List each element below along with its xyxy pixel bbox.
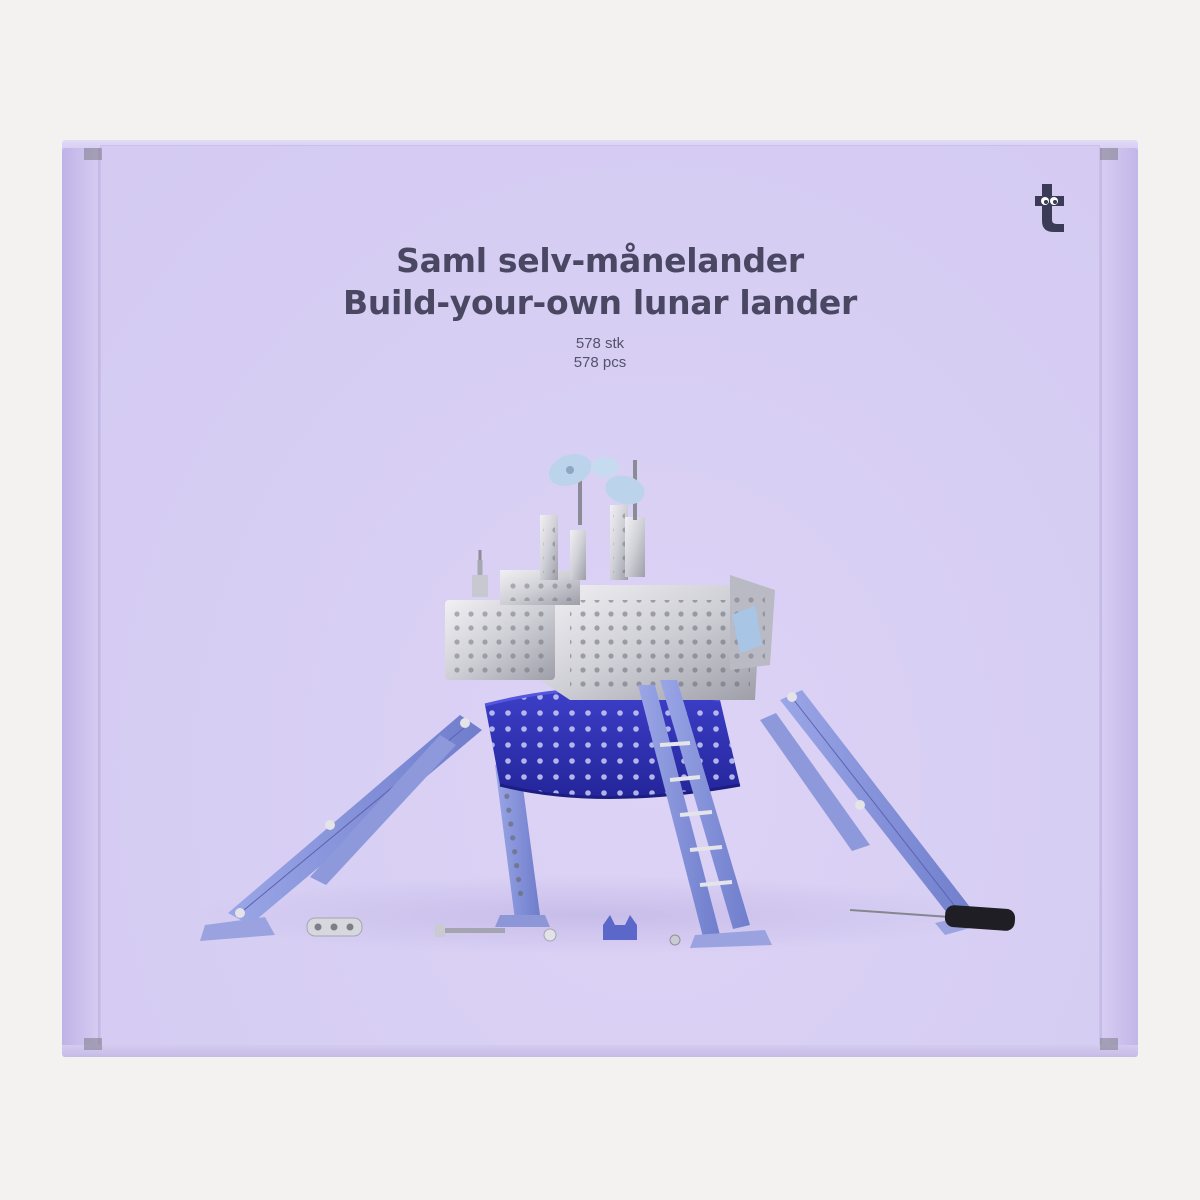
lander-antenna-posts xyxy=(540,505,645,580)
floor-shadow xyxy=(190,875,990,955)
satellite-dish-left xyxy=(548,454,592,525)
box-side-left xyxy=(62,148,100,1048)
product-photo: Saml selv-månelander Build-your-own luna… xyxy=(0,0,1200,1200)
box-side-right xyxy=(1100,148,1138,1048)
box-corner-notch xyxy=(1100,1038,1118,1050)
lunar-lander-model-illustration xyxy=(190,454,1016,955)
box-corner-notch xyxy=(1100,148,1118,160)
